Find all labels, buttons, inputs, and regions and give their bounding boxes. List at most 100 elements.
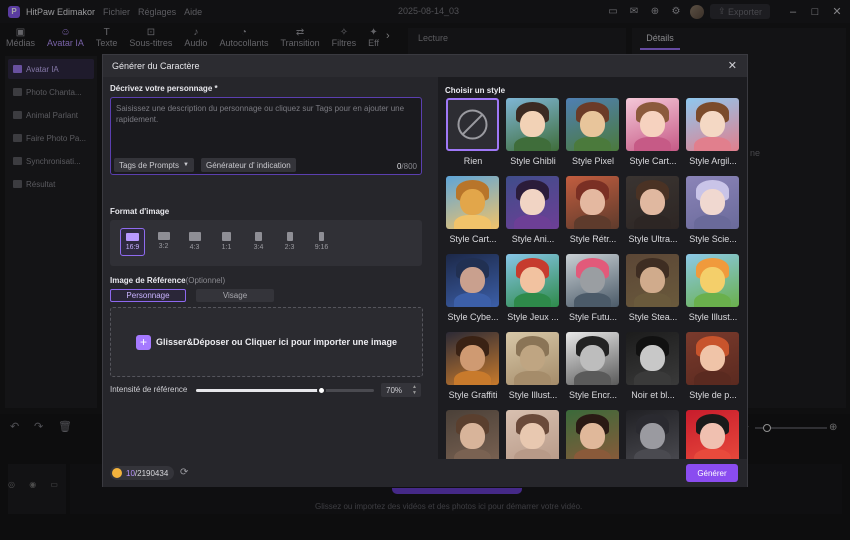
ratio-4-3[interactable]: 4:3 <box>182 228 207 256</box>
style-label: Style Scie... <box>689 234 737 244</box>
style-label: Noir et bl... <box>631 390 675 400</box>
style-card[interactable]: Rien <box>444 98 504 176</box>
tab-character[interactable]: Personnage <box>110 289 186 302</box>
style-label: Style Pixel <box>571 156 615 166</box>
ratio-9-16[interactable]: 9:16 <box>309 228 334 256</box>
style-label: Style Illust... <box>508 390 558 400</box>
style-thumbnail[interactable] <box>686 332 739 385</box>
style-card[interactable]: Style Rétr... <box>564 176 624 254</box>
ratio-3-2[interactable]: 3:2 <box>151 228 176 256</box>
style-card[interactable]: Style Encr... <box>564 332 624 410</box>
style-thumbnail[interactable] <box>506 98 559 151</box>
style-thumbnail[interactable] <box>566 410 619 459</box>
style-card[interactable]: Style Illust... <box>504 332 564 410</box>
style-thumbnail[interactable] <box>626 254 679 307</box>
ratio-1-1[interactable]: 1:1 <box>214 228 239 256</box>
style-label: Style Encr... <box>568 390 618 400</box>
ratio-3-4-icon <box>255 232 262 241</box>
style-label: Style Stea... <box>628 312 678 322</box>
style-thumbnail[interactable] <box>686 176 739 229</box>
style-thumbnail[interactable] <box>626 176 679 229</box>
style-thumbnail[interactable] <box>566 332 619 385</box>
style-thumbnail[interactable] <box>626 332 679 385</box>
style-thumbnail[interactable] <box>446 332 499 385</box>
prompt-tags-button[interactable]: Tags de Prompts ▼ <box>114 158 194 172</box>
none-style-thumbnail[interactable] <box>446 98 499 151</box>
ratio-2-3[interactable]: 2:3 <box>277 228 302 256</box>
style-card[interactable]: Style Stea... <box>624 254 684 332</box>
style-label: Style Ultra... <box>628 234 678 244</box>
char-counter: 0/800 <box>396 162 417 171</box>
style-card[interactable] <box>684 410 744 459</box>
style-card[interactable]: Style Argil... <box>684 98 744 176</box>
ratio-16-9[interactable]: 16:9 <box>120 228 145 256</box>
style-thumbnail[interactable] <box>686 98 739 151</box>
ratio-1-1-icon <box>222 232 231 241</box>
image-upload-dropzone[interactable]: + Glisser&Déposer ou Cliquer ici pour im… <box>110 307 423 377</box>
style-card[interactable] <box>444 410 504 459</box>
style-thumbnail[interactable] <box>506 176 559 229</box>
credits-badge: 10/2190434 <box>110 466 175 480</box>
intensity-knob[interactable] <box>316 386 326 395</box>
character-description-input[interactable]: Saisissez une description du personnage … <box>110 97 422 175</box>
ratio-16-9-icon <box>126 233 139 241</box>
intensity-value-stepper[interactable]: 70% ▲ ▼ <box>381 383 421 397</box>
dialog-footer: 10/2190434 ⟳ Générer <box>103 459 747 487</box>
reference-label: Image de Référence(Optionnel) <box>110 276 226 285</box>
style-card[interactable]: Style Cybe... <box>444 254 504 332</box>
style-thumbnail[interactable] <box>566 176 619 229</box>
intensity-fill <box>196 389 321 392</box>
style-card[interactable]: Style Scie... <box>684 176 744 254</box>
style-card[interactable] <box>504 410 564 459</box>
style-thumbnail[interactable] <box>566 98 619 151</box>
style-label: Style de p... <box>689 390 737 400</box>
ratio-9-16-icon <box>319 232 324 241</box>
style-thumbnail[interactable] <box>446 176 499 229</box>
chevron-down-icon: ▼ <box>183 162 189 168</box>
close-icon[interactable]: ✕ <box>728 59 737 72</box>
coin-icon <box>112 468 122 478</box>
style-card[interactable]: Style Ultra... <box>624 176 684 254</box>
style-card[interactable] <box>624 410 684 459</box>
style-thumbnail[interactable] <box>446 410 499 459</box>
tab-face[interactable]: Visage <box>196 289 274 302</box>
stepper-arrows-icon[interactable]: ▲ ▼ <box>412 384 417 396</box>
style-label: Style Cybe... <box>447 312 499 322</box>
style-thumbnail[interactable] <box>506 410 559 459</box>
ratio-2-3-icon <box>286 232 293 241</box>
ratio-3-2-icon <box>157 232 170 240</box>
style-card[interactable]: Style Jeux ... <box>504 254 564 332</box>
generate-button[interactable]: Générer <box>686 464 738 482</box>
style-card[interactable]: Style de p... <box>684 332 744 410</box>
style-card[interactable]: Style Cart... <box>624 98 684 176</box>
style-heading: Choisir un style <box>445 86 506 95</box>
intensity-slider[interactable] <box>196 386 374 395</box>
style-thumbnail[interactable] <box>686 410 739 459</box>
dialog-header: Générer du Caractère ✕ <box>103 55 747 77</box>
style-card[interactable] <box>564 410 624 459</box>
style-card[interactable]: Style Cart... <box>444 176 504 254</box>
style-thumbnail[interactable] <box>506 332 559 385</box>
style-card[interactable]: Style Pixel <box>564 98 624 176</box>
style-card[interactable]: Style Ghibli <box>504 98 564 176</box>
style-label: Style Rétr... <box>569 234 617 244</box>
style-card[interactable]: Style Futu... <box>564 254 624 332</box>
style-card[interactable]: Style Graffiti <box>444 332 504 410</box>
style-label: Style Argil... <box>689 156 737 166</box>
style-card[interactable]: Noir et bl... <box>624 332 684 410</box>
style-label: Style Ani... <box>511 234 555 244</box>
style-thumbnail[interactable] <box>506 254 559 307</box>
intensity-label: Intensité de référence <box>110 385 188 394</box>
aspect-ratio-selector: 16:9 3:2 4:3 1:1 3:4 2:3 9:16 <box>110 220 422 266</box>
style-thumbnail[interactable] <box>626 98 679 151</box>
style-thumbnail[interactable] <box>686 254 739 307</box>
style-column: Choisir un style Rien Style Ghibli Style P… <box>438 77 747 459</box>
prompt-generator-button[interactable]: Générateur d' indication <box>201 158 296 172</box>
style-card[interactable]: Style Illust... <box>684 254 744 332</box>
refresh-icon[interactable]: ⟳ <box>180 467 188 478</box>
style-thumbnail[interactable] <box>626 410 679 459</box>
ratio-3-4[interactable]: 3:4 <box>246 228 271 256</box>
style-thumbnail[interactable] <box>566 254 619 307</box>
style-thumbnail[interactable] <box>446 254 499 307</box>
style-card[interactable]: Style Ani... <box>504 176 564 254</box>
